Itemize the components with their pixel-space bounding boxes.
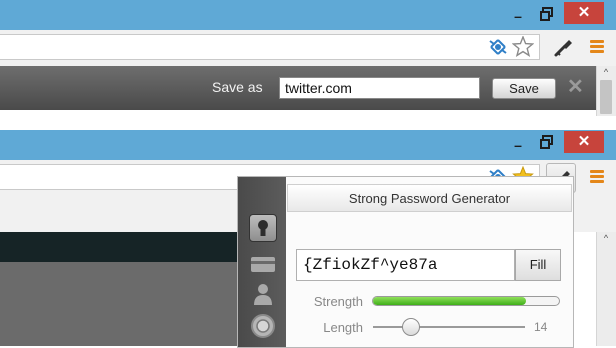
person-icon (254, 284, 272, 305)
scrollbar[interactable] (596, 232, 616, 346)
save-as-input[interactable]: twitter.com (279, 77, 480, 99)
maximize-button[interactable] (538, 133, 556, 153)
close-button[interactable]: ✕ (564, 131, 604, 153)
divider (0, 116, 616, 130)
generated-password-field[interactable]: {ZfiokZf^ye87a (296, 249, 515, 281)
bookmark-star-icon[interactable] (511, 35, 535, 62)
page-content (0, 262, 238, 346)
scroll-up-arrow[interactable]: ^ (599, 233, 613, 243)
address-bar[interactable] (0, 34, 540, 60)
extension-icon[interactable] (488, 38, 508, 61)
key-icon[interactable] (553, 36, 575, 63)
save-as-label: Save as (212, 79, 263, 95)
strength-label: Strength (313, 294, 363, 309)
scrollbar-thumb[interactable] (600, 80, 612, 114)
sidebar-logins-button[interactable] (249, 214, 277, 242)
close-button[interactable]: ✕ (564, 2, 604, 24)
strength-meter (372, 296, 560, 306)
keyhole-icon (258, 220, 268, 236)
save-button[interactable]: Save (492, 78, 556, 99)
page-header-band (0, 232, 238, 262)
dial-icon (251, 314, 275, 338)
length-value: 14 (534, 320, 548, 334)
dismiss-save-bar-button[interactable]: ✕ (567, 74, 584, 99)
length-label: Length (323, 320, 363, 335)
generator-title: Strong Password Generator (287, 184, 572, 212)
length-slider-thumb[interactable] (402, 318, 420, 336)
fill-button[interactable]: Fill (515, 249, 561, 281)
menu-icon[interactable] (590, 170, 604, 185)
menu-icon[interactable] (590, 40, 604, 55)
sidebar-identities-button[interactable] (249, 280, 277, 308)
credit-card-icon (251, 257, 275, 272)
sidebar-cards-button[interactable] (249, 250, 277, 278)
minimize-button[interactable]: – (509, 135, 527, 155)
scroll-up-arrow[interactable]: ^ (599, 67, 613, 77)
sidebar-generator-button[interactable] (249, 312, 277, 340)
length-slider-track[interactable] (373, 326, 525, 328)
maximize-button[interactable] (538, 5, 556, 25)
minimize-button[interactable]: – (509, 6, 527, 26)
strength-meter-fill (373, 297, 526, 305)
